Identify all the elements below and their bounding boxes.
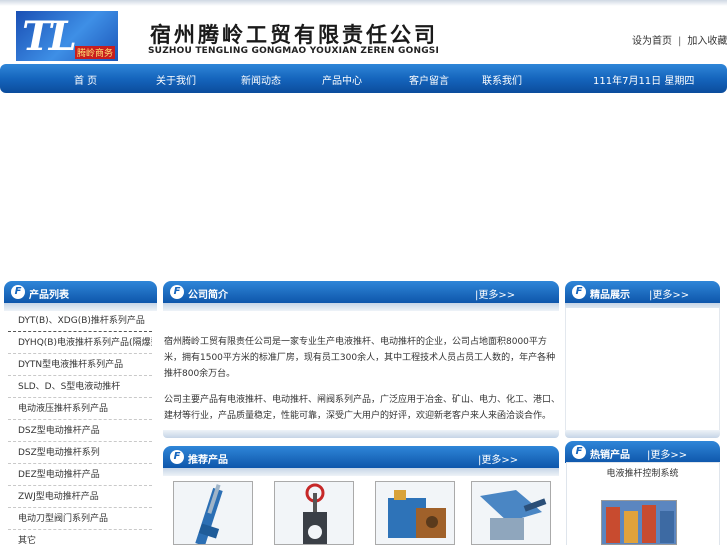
company-logo[interactable]: TL 腾岭商务 (16, 11, 118, 61)
about-header-shade (163, 303, 559, 311)
showcase-box (565, 308, 720, 430)
product-list-item[interactable]: DSZ型电动推杆产品 (8, 420, 152, 442)
product-list-item[interactable]: ZWJ型电动推杆产品 (8, 486, 152, 508)
product-thumb-cylinder[interactable] (173, 481, 253, 545)
cylinder-image (174, 482, 252, 544)
product-list-header: F 产品列表 (4, 281, 157, 303)
control-cabinet-image (602, 501, 676, 544)
hydraulic-unit-image (376, 482, 454, 544)
f-badge-icon: F (170, 285, 184, 299)
product-thumb-valve[interactable] (274, 481, 354, 545)
damper-image (472, 482, 550, 544)
nav-item-home[interactable]: 首 页 (74, 72, 97, 87)
nav-item-contact[interactable]: 联系我们 (482, 72, 522, 87)
set-homepage-link[interactable]: 设为首页 (632, 36, 672, 47)
product-thumb-hydraulic-unit[interactable] (375, 481, 455, 545)
product-list-item[interactable]: DSZ型电动推杆系列 (8, 442, 152, 464)
add-favorite-link[interactable]: 加入收藏 (687, 36, 727, 47)
f-badge-icon: F (170, 450, 184, 464)
product-list-item[interactable]: 电动液压推杆系列产品 (8, 398, 152, 420)
product-thumb-damper[interactable] (471, 481, 551, 545)
recommend-more-link[interactable]: |更多>> (478, 451, 518, 466)
hot-item-label[interactable]: 电液推杆控制系统 (566, 466, 719, 479)
product-list-item[interactable]: DYTN型电液推杆系列产品 (8, 354, 152, 376)
logo-mark: TL (22, 13, 77, 60)
product-list: DYT(B)、XDG(B)推杆系列产品 DYHQ(B)电液推杆系列产品(隔爆型)… (8, 310, 152, 545)
company-name-cn: 宿州腾岭工贸有限责任公司 (150, 22, 438, 47)
nav-date: 111年7月11日 星期四 (593, 76, 695, 87)
f-badge-icon: F (572, 445, 586, 459)
top-links: 设为首页 | 加入收藏 (632, 32, 727, 47)
about-footer-shade (163, 430, 559, 438)
about-title: 公司简介 (188, 290, 228, 301)
product-list-item[interactable]: 其它 (8, 530, 152, 545)
product-list-item[interactable]: 电动刀型阀门系列产品 (8, 508, 152, 530)
main-nav: 首 页 关于我们 新闻动态 产品中心 客户留言 联系我们 111年7月11日 星… (0, 64, 727, 93)
hot-header: F 热销产品 |更多>> (565, 441, 720, 463)
showcase-title: 精品展示 (590, 290, 630, 301)
gate-valve-image (275, 482, 353, 544)
hot-more-link[interactable]: |更多>> (647, 446, 687, 461)
showcase-footer-shade (565, 430, 720, 438)
recommend-header: F 推荐产品 |更多>> (163, 446, 559, 468)
about-header: F 公司简介 |更多>> (163, 281, 559, 303)
recommend-header-shade (163, 468, 559, 476)
hot-product-image[interactable] (601, 500, 677, 545)
showcase-header: F 精品展示 |更多>> (565, 281, 720, 303)
nav-item-products[interactable]: 产品中心 (322, 72, 362, 87)
page: TL 腾岭商务 宿州腾岭工贸有限责任公司 SUZHOU TENGLING GON… (0, 0, 727, 545)
product-list-item[interactable]: DYHQ(B)电液推杆系列产品(隔爆型) (8, 332, 152, 354)
top-strip (0, 0, 727, 6)
f-badge-icon: F (572, 285, 586, 299)
showcase-more-link[interactable]: |更多>> (649, 286, 689, 301)
product-list-item[interactable]: DYT(B)、XDG(B)推杆系列产品 (8, 310, 152, 332)
product-list-item[interactable]: SLD、D、S型电液动推杆 (8, 376, 152, 398)
f-badge-icon: F (11, 285, 25, 299)
product-list-title: 产品列表 (29, 290, 69, 301)
about-paragraph: 宿州腾岭工贸有限责任公司是一家专业生产电液推杆、电动推杆的企业，公司占地面积80… (164, 337, 556, 379)
about-paragraph: 公司主要产品有电液推杆、电动推杆、闸阀系列产品，广泛应用于冶金、矿山、电力、化工… (164, 395, 561, 421)
link-separator: | (678, 36, 682, 47)
nav-item-news[interactable]: 新闻动态 (241, 72, 281, 87)
about-more-link[interactable]: |更多>> (475, 286, 515, 301)
logo-tag: 腾岭商务 (74, 46, 115, 59)
nav-item-messages[interactable]: 客户留言 (409, 72, 449, 87)
hot-title: 热销产品 (590, 450, 630, 461)
product-list-item[interactable]: DEZ型电动推杆产品 (8, 464, 152, 486)
nav-item-about[interactable]: 关于我们 (156, 72, 196, 87)
company-name-en: SUZHOU TENGLING GONGMAO YOUXIAN ZEREN GO… (148, 46, 440, 56)
recommend-title: 推荐产品 (188, 455, 228, 466)
about-text: 宿州腾岭工贸有限责任公司是一家专业生产电液推杆、电动推杆的企业，公司占地面积80… (164, 334, 560, 434)
